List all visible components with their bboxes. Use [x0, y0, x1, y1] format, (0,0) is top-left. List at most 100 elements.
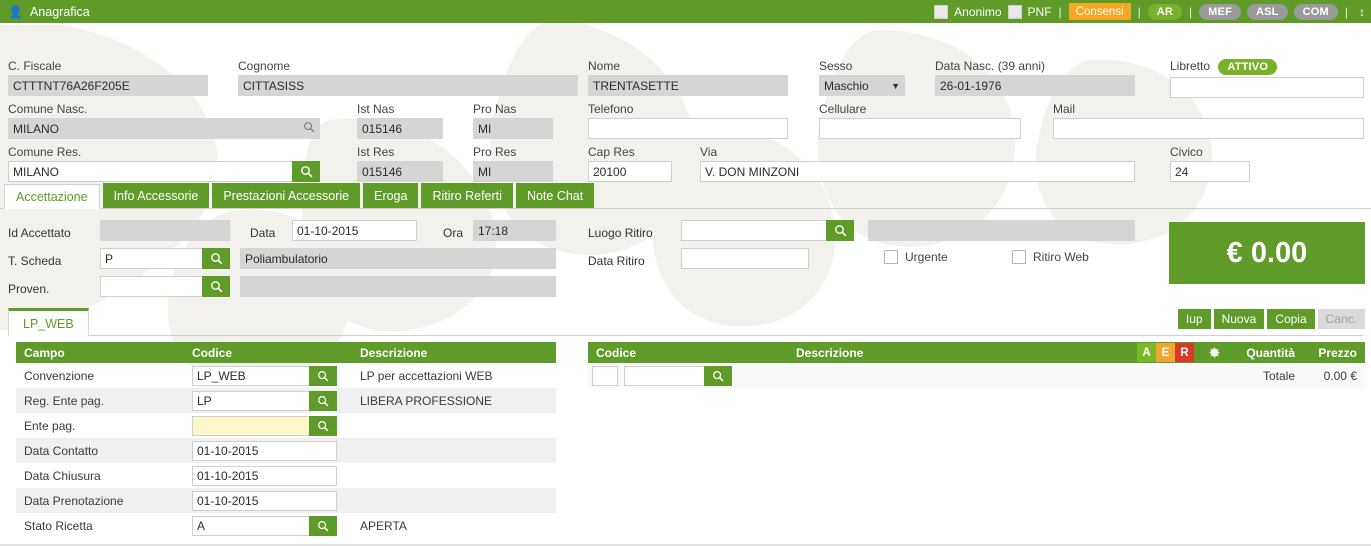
badge-e[interactable]: E [1156, 343, 1175, 362]
tab-accettazione[interactable]: Accettazione [4, 184, 100, 209]
ist-res-input[interactable]: 015146 [357, 161, 443, 182]
ente-pag-code-input[interactable] [192, 415, 309, 436]
row-label: Reg. Ente pag. [24, 393, 105, 408]
sesso-select[interactable]: Maschio ▼ [819, 75, 905, 96]
data-contatto-input[interactable]: 01-10-2015 [192, 440, 337, 461]
luogo-ritiro-search-button[interactable] [826, 220, 854, 241]
tab-note-chat[interactable]: Note Chat [515, 183, 595, 208]
row-description [352, 463, 556, 488]
libretto-input[interactable] [1170, 77, 1364, 98]
field-data-nasc: Data Nasc. (39 anni) 26-01-1976 [935, 59, 1135, 96]
luogo-ritiro-input[interactable] [681, 220, 826, 241]
telefono-label: Telefono [588, 102, 634, 116]
column-header-campo: Campo [24, 345, 65, 360]
proven-group [100, 276, 230, 297]
convenzione-search-button[interactable] [309, 365, 337, 386]
convenzione-code-input[interactable]: LP_WEB [192, 365, 309, 386]
comune-res-search-button[interactable] [292, 161, 320, 182]
proven-input[interactable] [100, 276, 202, 297]
prestazione-search-button[interactable] [704, 365, 732, 386]
urgente-checkbox[interactable] [884, 250, 898, 264]
ora-input[interactable]: 17:18 [473, 220, 556, 241]
pro-nas-input[interactable]: MI [473, 118, 553, 139]
stato-ricetta-code-input[interactable]: A [192, 515, 309, 536]
iup-button[interactable]: Iup [1177, 309, 1211, 329]
via-input[interactable]: V. DON MINZONI [700, 161, 1135, 182]
field-ist-res: Ist Res 015146 [357, 145, 443, 182]
row-code-cell: 01-10-2015 [184, 463, 352, 488]
row-label: Ente pag. [24, 418, 76, 433]
stato-ricetta-search-button[interactable] [309, 515, 337, 536]
data-nasc-input[interactable]: 26-01-1976 [935, 75, 1135, 96]
badge-r[interactable]: R [1175, 343, 1194, 362]
table-row: Convenzione LP_WEB LP per accettazioni W… [16, 363, 556, 388]
convenzione-detail-table: Campo Codice Descrizione Convenzione LP_… [16, 342, 556, 538]
ist-res-label: Ist Res [357, 145, 395, 159]
search-icon [318, 395, 329, 406]
anonimo-label: Anonimo [954, 4, 1002, 19]
data-chiusura-input[interactable]: 01-10-2015 [192, 465, 337, 486]
tab-eroga[interactable]: Eroga [363, 183, 419, 208]
consensi-button[interactable]: Consensi [1068, 3, 1131, 20]
field-via: Via V. DON MINZONI [700, 145, 1135, 182]
tab-ritiro-referti[interactable]: Ritiro Referti [421, 183, 513, 208]
row-description [352, 438, 556, 463]
cognome-input[interactable]: CITTASISS [238, 75, 578, 96]
data-ritiro-input[interactable] [681, 248, 809, 269]
table-row: Data Chiusura 01-10-2015 [16, 463, 556, 488]
data-prenotazione-input[interactable]: 01-10-2015 [192, 490, 337, 511]
reg-ente-pag-code-input[interactable]: LP [192, 390, 309, 411]
row-label: Data Contatto [24, 443, 99, 458]
prestazione-flag-input[interactable] [592, 365, 618, 386]
field-pro-res: Pro Res MI [473, 145, 553, 182]
cellulare-input[interactable] [819, 118, 1021, 139]
pro-res-input[interactable]: MI [473, 161, 553, 182]
field-ist-nas: Ist Nas 015146 [357, 102, 443, 139]
badge-ar[interactable]: AR [1147, 3, 1183, 20]
gear-icon[interactable] [1199, 346, 1229, 359]
reg-ente-pag-search-button[interactable] [309, 390, 337, 411]
nome-input[interactable]: TRENTASETTE [588, 75, 788, 96]
copia-button[interactable]: Copia [1267, 309, 1315, 329]
ist-nas-input[interactable]: 015146 [357, 118, 443, 139]
subtab-lp-web[interactable]: LP_WEB [8, 308, 89, 336]
up-down-arrows-icon[interactable]: ↕ [1355, 6, 1365, 18]
badge-com[interactable]: COM [1293, 3, 1338, 20]
table-row: Reg. Ente pag. LP LIBERA PROFESSIONE [16, 388, 556, 413]
civico-input[interactable]: 24 [1170, 161, 1250, 182]
entry-code-cell [588, 365, 788, 386]
badge-asl[interactable]: ASL [1247, 3, 1288, 20]
nuova-button[interactable]: Nuova [1213, 309, 1265, 329]
row-description [352, 488, 556, 513]
tab-prestazioni-accessorie[interactable]: Prestazioni Accessorie [212, 183, 361, 208]
data-input[interactable]: 01-10-2015 [292, 220, 417, 241]
tab-info-accessorie[interactable]: Info Accessorie [102, 183, 210, 208]
table-row: Stato Ricetta A APERTA [16, 513, 556, 538]
pnf-label: PNF [1027, 4, 1052, 19]
t-scheda-input[interactable]: P [100, 248, 202, 269]
ritiro-web-checkbox[interactable] [1012, 250, 1026, 264]
row-code-cell: A [184, 513, 352, 538]
comune-res-input[interactable]: MILANO [8, 161, 292, 182]
row-description: APERTA [360, 518, 407, 533]
id-accettato-input[interactable] [100, 220, 230, 241]
telefono-input[interactable] [588, 118, 788, 139]
c-fiscale-input[interactable]: CTTTNT76A26F205E [8, 75, 208, 96]
ente-pag-search-button[interactable] [309, 415, 337, 436]
mail-input[interactable] [1053, 118, 1364, 139]
badge-a[interactable]: A [1137, 343, 1156, 362]
totale-label: Totale [1262, 368, 1295, 383]
prestazione-code-input[interactable] [624, 365, 704, 386]
libretto-label: Libretto [1170, 59, 1211, 73]
pnf-checkbox[interactable] [1007, 4, 1022, 19]
field-cognome: Cognome CITTASISS [238, 59, 578, 96]
proven-search-button[interactable] [202, 276, 230, 297]
t-scheda-search-button[interactable] [202, 248, 230, 269]
badge-mef[interactable]: MEF [1199, 3, 1241, 20]
comune-nasc-input[interactable]: MILANO [8, 118, 320, 139]
totale-value: 0.00 € [1323, 368, 1357, 383]
search-icon [713, 370, 724, 381]
cap-res-input[interactable]: 20100 [588, 161, 672, 182]
anonimo-checkbox[interactable] [934, 4, 949, 19]
table-header-row: Campo Codice Descrizione [16, 342, 556, 363]
